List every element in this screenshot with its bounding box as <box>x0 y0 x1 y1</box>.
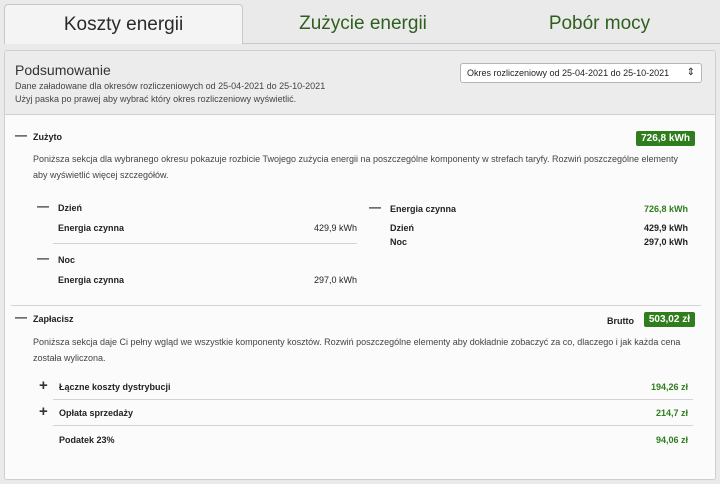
tax-value: 94,06 zł <box>655 435 688 445</box>
zone-night-item-value: 297,0 kWh <box>313 275 357 285</box>
zone-day-item-label: Energia czynna <box>58 223 125 233</box>
tab-koszty-energii[interactable]: Koszty energii <box>4 4 243 44</box>
zone-day-title: Dzień <box>58 203 83 213</box>
period-select-value: Okres rozliczeniowy od 25-04-2021 do 25-… <box>467 68 670 78</box>
summary-hint: Użyj paska po prawej aby wybrać który ok… <box>15 94 297 104</box>
tab-zuzycie-energii[interactable]: Zużycie energii <box>243 4 483 44</box>
pay-section-title: Zapłacisz <box>33 314 74 324</box>
summary-header: Podsumowanie Dane załadowane dla okresów… <box>5 51 715 115</box>
zone-night-item-label: Energia czynna <box>58 275 125 285</box>
expand-distribution-icon[interactable]: + <box>39 377 48 394</box>
section-divider <box>11 305 701 306</box>
collapse-pay-icon[interactable]: — <box>15 310 27 324</box>
item-divider <box>53 425 693 426</box>
zone-day-item-value: 429,9 kWh <box>313 223 357 233</box>
tab-divider <box>243 43 720 44</box>
sales-fee-label: Opłata sprzedaży <box>59 408 134 418</box>
distribution-value: 194,26 zł <box>650 382 688 392</box>
summary-loaded-info: Dane załadowane dla okresów rozliczeniow… <box>15 81 326 91</box>
energy-night-label: Noc <box>390 237 408 247</box>
tab-bar: Koszty energii Zużycie energii Pobór moc… <box>0 0 720 44</box>
collapse-day-icon[interactable]: — <box>37 199 49 213</box>
content-panel: Podsumowanie Dane załadowane dla okresów… <box>4 50 716 480</box>
used-total-badge: 726,8 kWh <box>636 131 695 146</box>
energy-day-label: Dzień <box>390 223 415 233</box>
collapse-energy-icon[interactable]: — <box>369 200 381 214</box>
used-section-title: Zużyto <box>33 132 62 142</box>
pay-description: Poniższa sekcja daje Ci pełny wgląd we w… <box>33 337 681 363</box>
expand-sales-fee-icon[interactable]: + <box>39 403 48 420</box>
brutto-label: Brutto <box>607 316 634 326</box>
zone-night-title: Noc <box>58 255 76 265</box>
tab-pobor-mocy[interactable]: Pobór mocy <box>483 4 716 44</box>
energy-summary-title: Energia czynna <box>390 204 457 214</box>
energy-day-value: 429,9 kWh <box>643 223 688 233</box>
distribution-label: Łączne koszty dystrybucji <box>59 382 171 392</box>
select-arrows-icon: ⇕ <box>686 67 695 78</box>
item-divider <box>53 399 693 400</box>
energy-summary-total: 726,8 kWh <box>643 204 688 214</box>
period-select[interactable]: Okres rozliczeniowy od 25-04-2021 do 25-… <box>460 63 702 83</box>
tax-label: Podatek 23% <box>59 435 115 445</box>
summary-title: Podsumowanie <box>15 62 111 78</box>
sales-fee-value: 214,7 zł <box>655 408 688 418</box>
energy-night-value: 297,0 kWh <box>643 237 688 247</box>
used-description: Poniższa sekcja dla wybranego okresu pok… <box>33 154 679 180</box>
zone-divider <box>53 243 357 244</box>
collapse-used-icon[interactable]: — <box>15 128 27 142</box>
pay-total-badge: 503,02 zł <box>643 312 695 327</box>
collapse-night-icon[interactable]: — <box>37 251 49 265</box>
